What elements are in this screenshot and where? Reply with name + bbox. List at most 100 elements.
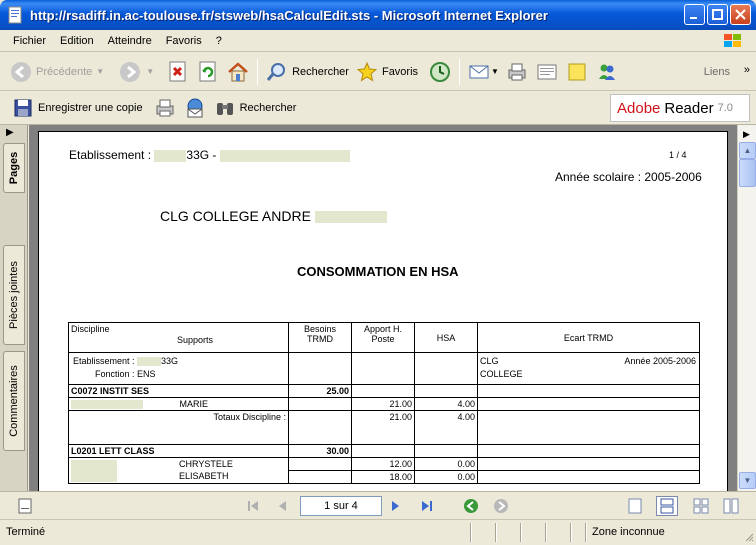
document-viewport[interactable]: Etablissement : 33G - 1 / 4 Année scolai… — [29, 125, 737, 491]
links-bar[interactable]: Liens — [704, 66, 730, 78]
col-ecart: Ecart TRMD — [477, 322, 700, 353]
menu-fichier[interactable]: Fichier — [6, 35, 53, 47]
favorites-button[interactable]: Favoris — [352, 57, 421, 87]
save-copy-label: Enregistrer une copie — [38, 102, 143, 114]
besoins-value: 25.00 — [288, 384, 352, 398]
go-forward-view-button[interactable] — [490, 496, 512, 516]
row-fonction: Fonction : ENS — [95, 369, 156, 380]
empty-cell — [477, 444, 700, 459]
tab-pages[interactable]: Pages — [3, 143, 25, 193]
status-divider — [585, 523, 587, 542]
notes-button[interactable] — [562, 57, 592, 87]
browser-toolbar: Précédente ▼ ▼ Rechercher Favoris ▼ — [0, 53, 756, 91]
empty-cell — [477, 457, 700, 472]
document-icon — [8, 6, 22, 24]
window-title: http://rsadiff.in.ac-toulouse.fr/stsweb/… — [30, 7, 548, 23]
previous-page-icon — [279, 501, 286, 511]
totals-hsa: 4.00 — [414, 410, 478, 446]
mail-dropdown-icon[interactable]: ▼ — [491, 67, 499, 76]
facing-view-button[interactable] — [690, 496, 712, 516]
edit-page-icon — [537, 64, 557, 79]
totals-apport: 21.00 — [351, 410, 415, 446]
go-back-icon — [464, 499, 478, 513]
single-page-icon — [628, 498, 642, 514]
apport-value: 12.00 — [351, 457, 415, 472]
redacted-block — [71, 400, 143, 410]
back-dropdown-icon[interactable]: ▼ — [96, 67, 104, 76]
redacted-block — [71, 460, 117, 483]
acrobat-search-button[interactable]: Rechercher — [210, 94, 300, 122]
empty-cell — [288, 457, 352, 472]
favorites-label: Favoris — [381, 65, 419, 78]
tab-comments[interactable]: Commentaires — [3, 351, 25, 451]
navigation-panel-tabs: ▶ Pages Pièces jointes Commentaires — [0, 125, 28, 491]
refresh-button[interactable] — [193, 57, 223, 87]
search-icon — [266, 62, 286, 81]
next-page-button[interactable] — [384, 496, 406, 516]
last-page-button[interactable] — [416, 496, 438, 516]
acrobat-email-button[interactable] — [180, 94, 210, 122]
continuous-page-icon — [660, 498, 674, 514]
row-etab-code: 33G — [161, 356, 179, 366]
college-name: CLG COLLEGE ANDRE — [160, 208, 387, 224]
menu-help[interactable]: ? — [209, 35, 229, 47]
sticky-note-icon — [568, 63, 586, 80]
col-hsa: HSA — [414, 322, 478, 353]
scroll-menu-icon[interactable]: ▶ — [743, 129, 750, 140]
header-discipline-supports: Discipline Supports — [68, 322, 289, 353]
windows-logo-icon — [724, 34, 741, 47]
college-label: CLG COLLEGE ANDRE — [160, 208, 311, 224]
mail-button[interactable]: ▼ — [464, 57, 502, 87]
toolbar-overflow-icon[interactable]: » — [744, 64, 750, 76]
maximize-button[interactable] — [707, 4, 728, 25]
menu-favoris[interactable]: Favoris — [159, 35, 209, 47]
page-number-field[interactable]: 1 sur 4 — [300, 496, 382, 516]
save-copy-button[interactable]: Enregistrer une copie — [8, 94, 146, 122]
single-page-view-button[interactable] — [624, 496, 646, 516]
continuous-facing-view-button[interactable] — [720, 496, 742, 516]
menu-edition[interactable]: Edition — [53, 35, 101, 47]
history-button[interactable] — [425, 57, 455, 87]
panel-expand-icon[interactable]: ▶ — [6, 127, 14, 138]
college-label-cell: COLLEGE — [480, 369, 523, 379]
continuous-view-button[interactable] — [656, 496, 678, 516]
go-back-view-button[interactable] — [460, 496, 482, 516]
status-divider — [495, 523, 497, 542]
forward-button[interactable]: ▼ — [115, 57, 157, 87]
edit-button[interactable] — [532, 57, 562, 87]
hsa-value: 4.00 — [414, 396, 478, 412]
forward-dropdown-icon[interactable]: ▼ — [146, 67, 154, 76]
search-button[interactable]: Rechercher — [262, 57, 352, 87]
reader-version: 7.0 — [717, 102, 733, 114]
scroll-down-button[interactable]: ▼ — [739, 472, 756, 489]
teacher-name: ELISABETH — [179, 471, 229, 482]
empty-cell — [288, 410, 352, 446]
home-button[interactable] — [223, 57, 253, 87]
back-button[interactable]: Précédente ▼ — [6, 57, 107, 87]
close-button[interactable] — [730, 4, 751, 25]
empty-cell — [477, 470, 700, 485]
empty-cell — [288, 470, 352, 485]
star-icon — [356, 61, 378, 82]
resize-grip-icon[interactable] — [744, 532, 754, 542]
minimize-button[interactable] — [684, 4, 705, 25]
acrobat-print-button[interactable] — [150, 94, 180, 122]
scroll-up-button[interactable]: ▲ — [739, 142, 756, 159]
first-page-button[interactable] — [242, 496, 264, 516]
empty-cell — [414, 384, 478, 398]
vertical-scrollbar[interactable]: ▶ ▲ ▼ — [737, 125, 756, 491]
etab-label: Etablissement : — [69, 148, 152, 162]
scroll-thumb[interactable] — [739, 159, 756, 187]
teacher-name: CHRYSTELE — [179, 459, 233, 470]
teachers-cell: CHRYSTELE ELISABETH — [68, 457, 289, 485]
stop-button[interactable] — [163, 57, 193, 87]
menu-atteindre[interactable]: Atteindre — [101, 35, 159, 47]
pdf-page: Etablissement : 33G - 1 / 4 Année scolai… — [38, 131, 728, 491]
tab-attachments[interactable]: Pièces jointes — [3, 245, 25, 345]
print-button[interactable] — [502, 57, 532, 87]
messenger-button[interactable] — [592, 57, 622, 87]
page-layout-icon[interactable] — [14, 496, 36, 516]
close-icon — [735, 9, 746, 20]
empty-cell — [288, 396, 352, 412]
previous-page-button[interactable] — [272, 496, 294, 516]
